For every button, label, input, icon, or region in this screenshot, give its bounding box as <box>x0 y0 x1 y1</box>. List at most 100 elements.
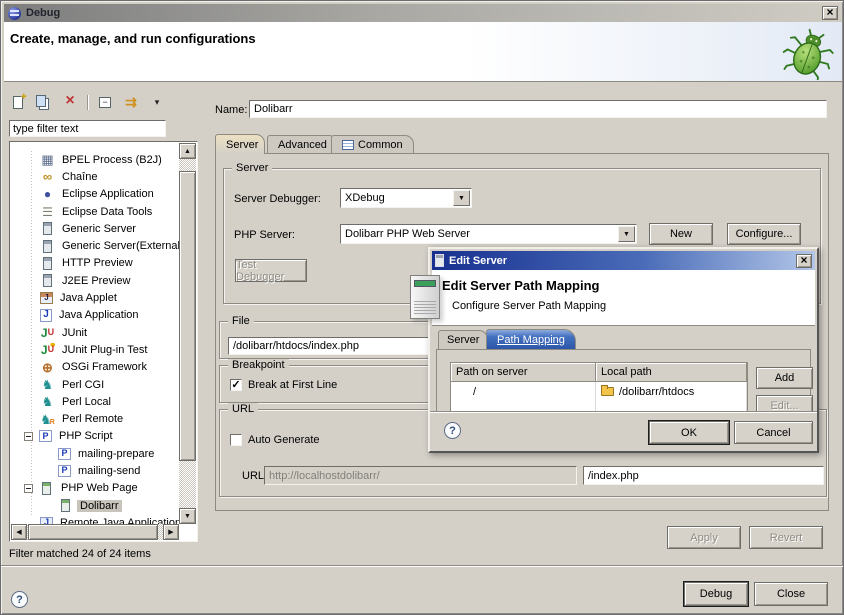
tree-item[interactable]: mailing-send <box>11 462 179 479</box>
chevron-down-icon[interactable] <box>618 226 635 242</box>
apply-button[interactable]: Apply <box>667 526 741 549</box>
php-icon <box>39 430 52 442</box>
tree-item[interactable]: Perl Local <box>11 393 179 410</box>
delete-config-icon[interactable] <box>61 93 79 111</box>
expander-minus-icon[interactable] <box>24 484 33 493</box>
server-icon <box>43 274 52 287</box>
eclipse-icon <box>40 187 55 201</box>
toolbar-separator <box>87 95 88 110</box>
close-icon[interactable] <box>822 6 838 20</box>
tree-item[interactable]: PHP Script <box>11 428 179 445</box>
perlr-icon <box>40 412 55 426</box>
edit-server-titlebar[interactable]: Edit Server <box>432 251 815 270</box>
auto-generate-option[interactable]: Auto Generate <box>230 434 320 446</box>
scroll-down-icon[interactable]: ▼ <box>179 508 196 524</box>
scroll-right-icon[interactable]: ▶ <box>163 524 179 540</box>
tree-item[interactable]: JUnit Plug-in Test <box>11 341 179 358</box>
url-path-field[interactable]: /index.php <box>583 466 824 485</box>
tree-item[interactable]: JUnit <box>11 324 179 341</box>
close-button[interactable]: Close <box>754 582 828 606</box>
expander-minus-icon[interactable] <box>24 432 33 441</box>
tree-item[interactable]: Perl CGI <box>11 376 179 393</box>
break-first-line-option[interactable]: Break at First Line <box>230 379 337 391</box>
tab-server[interactable]: Server <box>215 134 265 154</box>
help-icon[interactable] <box>11 591 28 608</box>
tree-item-label: Chaîne <box>59 171 100 183</box>
server-tower-icon <box>410 275 440 319</box>
page-title: Create, manage, and run configurations <box>10 31 256 46</box>
common-tab-icon <box>342 140 354 150</box>
collapse-all-icon[interactable] <box>96 93 114 111</box>
bpel-icon <box>40 153 55 167</box>
col-local-path[interactable]: Local path <box>596 363 747 382</box>
close-icon[interactable] <box>796 254 812 268</box>
ok-button[interactable]: OK <box>649 421 729 444</box>
dropdown-caret-icon[interactable] <box>148 93 166 111</box>
junit-icon <box>40 326 55 340</box>
tree-item[interactable]: mailing-prepare <box>11 445 179 462</box>
php-server-select[interactable]: Dolibarr PHP Web Server <box>340 224 637 244</box>
vscroll-thumb[interactable] <box>179 171 196 461</box>
checkbox-unchecked-icon[interactable] <box>230 434 242 446</box>
col-path-on-server[interactable]: Path on server <box>451 363 596 382</box>
tree-item[interactable]: Eclipse Data Tools <box>11 203 179 220</box>
scroll-up-icon[interactable]: ▲ <box>179 143 196 159</box>
tree-item[interactable]: J2EE Preview <box>11 272 179 289</box>
dialog-tab-server[interactable]: Server <box>438 330 488 349</box>
tree-item-label: Remote Java Application <box>57 517 179 524</box>
tree-item[interactable]: Dolibarr <box>11 497 179 514</box>
tree-item-label: PHP Web Page <box>58 482 141 494</box>
php-server-label: PHP Server: <box>234 229 295 241</box>
tree-item[interactable]: Chaîne <box>11 168 179 185</box>
duplicate-config-icon[interactable] <box>35 93 53 111</box>
tree-item[interactable]: PHP Web Page <box>11 480 179 497</box>
cancel-button[interactable]: Cancel <box>734 421 813 444</box>
new-config-icon[interactable] <box>9 93 27 111</box>
tree-item-label: Perl Local <box>59 396 114 408</box>
tree-item-label: JUnit Plug-in Test <box>59 344 150 356</box>
filter-config-icon[interactable] <box>122 93 140 111</box>
add-button[interactable]: Add <box>756 367 813 389</box>
help-icon[interactable] <box>444 422 461 439</box>
dialog-header: Create, manage, and run configurations <box>4 22 842 82</box>
name-input[interactable]: Dolibarr <box>249 100 827 118</box>
tree-vscrollbar[interactable]: ▲ ▼ <box>179 143 196 524</box>
configure-button[interactable]: Configure... <box>727 223 801 245</box>
scroll-left-icon[interactable]: ◀ <box>11 524 27 540</box>
config-tree: BPEL Process (B2J) Chaîne Eclipse Applicat… <box>9 141 198 542</box>
mapping-row[interactable]: //dolibarr/htdocs <box>451 382 747 401</box>
new-server-button[interactable]: New <box>649 223 713 245</box>
server-debugger-select[interactable]: XDebug <box>340 188 472 208</box>
tree-hscrollbar[interactable]: ◀ ▶ <box>11 524 179 540</box>
checkbox-checked-icon[interactable] <box>230 379 242 391</box>
tree-item-label: mailing-prepare <box>75 448 157 460</box>
tree-item[interactable]: Generic Server(External La <box>11 237 179 254</box>
tree-item-label: Generic Server(External La <box>59 240 179 252</box>
tab-advanced[interactable]: Advanced <box>267 135 338 154</box>
test-debugger-button[interactable]: Test Debugger <box>235 259 307 282</box>
hscroll-thumb[interactable] <box>28 524 158 540</box>
chevron-down-icon[interactable] <box>453 190 470 206</box>
dialog-tab-path-mapping[interactable]: Path Mapping <box>486 329 576 349</box>
tree-item[interactable]: Perl Remote <box>11 410 179 427</box>
tree-item[interactable]: Eclipse Application <box>11 186 179 203</box>
tree-item[interactable]: Java Application <box>11 307 179 324</box>
tree-item[interactable]: Java Applet <box>11 289 179 306</box>
tree-item[interactable]: BPEL Process (B2J) <box>11 151 179 168</box>
applet-icon <box>40 292 53 304</box>
tree-item-label: HTTP Preview <box>59 257 136 269</box>
url-group-title: URL <box>228 403 258 415</box>
tree-item-label: Eclipse Data Tools <box>59 206 155 218</box>
server-icon <box>43 257 52 270</box>
config-toolbar <box>9 91 166 113</box>
filter-input[interactable]: type filter text <box>9 120 166 137</box>
titlebar[interactable]: Debug <box>4 4 842 22</box>
tree-item[interactable]: OSGi Framework <box>11 359 179 376</box>
tree-item[interactable]: Remote Java Application <box>11 514 179 524</box>
tree-item[interactable]: Generic Server <box>11 220 179 237</box>
tab-common[interactable]: Common <box>331 135 414 154</box>
revert-button[interactable]: Revert <box>749 526 823 549</box>
tree-item[interactable]: HTTP Preview <box>11 255 179 272</box>
debug-button[interactable]: Debug <box>684 582 748 606</box>
edit-server-dialog: Edit Server Edit Server Path Mapping Con… <box>428 247 819 453</box>
